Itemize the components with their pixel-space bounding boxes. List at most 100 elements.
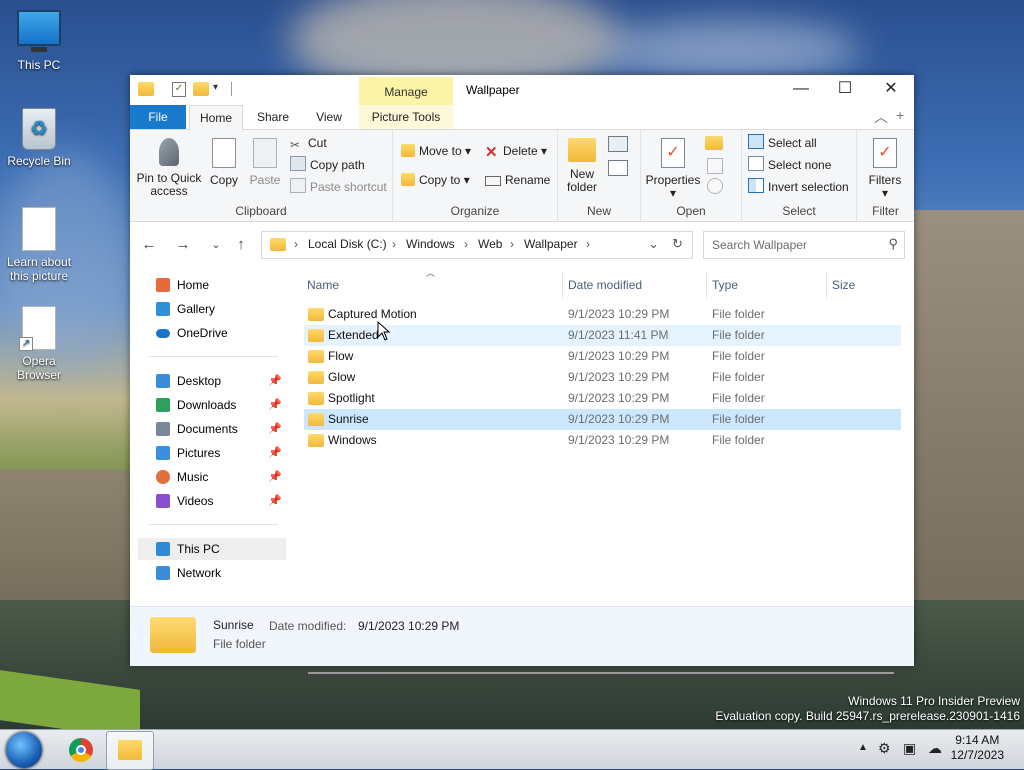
pin-icon[interactable]: 📌 xyxy=(268,394,282,416)
copy-to-button[interactable]: Copy to ▾ xyxy=(401,170,470,190)
recent-locations-chevron-icon[interactable]: ⌄ xyxy=(205,234,227,256)
display-icon[interactable]: ▣ xyxy=(903,740,916,757)
nav-item-gallery[interactable]: Gallery xyxy=(138,298,286,320)
invert-selection-button[interactable]: Invert selection xyxy=(748,177,849,197)
customize-dropdown-icon[interactable]: ▾ xyxy=(213,82,229,96)
tab-share[interactable]: Share xyxy=(248,105,298,129)
nav-item-home[interactable]: Home xyxy=(138,274,286,296)
nav-item-this-pc[interactable]: This PC xyxy=(138,538,286,560)
pin-to-quick-access-button[interactable]: Pin to Quick access xyxy=(136,134,202,198)
details-pane: Sunrise Date modified: 9/1/2023 10:29 PM… xyxy=(130,606,914,666)
column-divider[interactable] xyxy=(826,272,827,298)
nav-item-network[interactable]: Network xyxy=(138,562,286,584)
back-arrow-icon[interactable]: ← xyxy=(138,234,160,256)
show-hidden-icons-chevron-icon[interactable]: ▲ xyxy=(858,742,868,753)
navigation-bar: ← → ⌄ ↑ › Local Disk (C:) › Windows › We… xyxy=(130,222,914,268)
document-icon xyxy=(22,207,56,251)
pin-icon[interactable]: 📌 xyxy=(268,442,282,464)
properties-check-icon[interactable]: ✓ xyxy=(172,82,186,97)
breadcrumb-local-disk[interactable]: Local Disk (C:) xyxy=(308,237,387,251)
horizontal-scrollbar[interactable] xyxy=(308,672,894,674)
delete-button[interactable]: ✕ Delete ▾ xyxy=(485,141,547,161)
file-name: Flow xyxy=(328,349,354,363)
desktop-icon-recycle-bin[interactable]: ♻ Recycle Bin xyxy=(3,108,75,168)
desktop-icon-learn-about-picture[interactable]: Learn about this picture xyxy=(3,207,75,283)
tab-file[interactable]: File xyxy=(130,105,186,129)
refresh-icon[interactable]: ↻ xyxy=(672,236,683,252)
maximize-button[interactable]: ☐ xyxy=(822,75,868,105)
breadcrumb-windows[interactable]: Windows xyxy=(406,237,455,251)
select-none-icon xyxy=(748,156,764,171)
select-none-button[interactable]: Select none xyxy=(748,155,831,175)
clock[interactable]: 9:14 AM 12/7/2023 xyxy=(951,733,1004,763)
desktop-icon-opera-browser[interactable]: ↗ Opera Browser xyxy=(3,306,75,382)
list-item[interactable]: Flow 9/1/2023 10:29 PM File folder xyxy=(304,346,901,367)
column-header-size[interactable]: Size xyxy=(832,274,855,296)
easy-access-icon[interactable] xyxy=(608,160,628,176)
breadcrumb-wallpaper[interactable]: Wallpaper xyxy=(524,237,578,251)
column-header-type[interactable]: Type xyxy=(712,274,738,296)
list-item[interactable]: Glow 9/1/2023 10:29 PM File folder xyxy=(304,367,901,388)
column-header-date-modified[interactable]: Date modified xyxy=(568,274,642,296)
minimize-button[interactable]: — xyxy=(778,75,824,105)
forward-arrow-icon[interactable]: → xyxy=(172,234,194,256)
cut-button[interactable]: ✂ Cut xyxy=(290,133,327,153)
history-icon[interactable] xyxy=(707,178,723,194)
nav-item-pictures[interactable]: Pictures 📌 xyxy=(138,442,286,464)
desktop-icon-this-pc[interactable]: This PC xyxy=(3,10,75,72)
pin-icon[interactable]: 📌 xyxy=(268,490,282,512)
security-icon[interactable]: ⚙ xyxy=(878,740,891,757)
minimize-ribbon-icon[interactable]: ︿ xyxy=(874,107,888,127)
taskbar-file-explorer-button[interactable] xyxy=(106,731,154,770)
copy-path-button[interactable]: Copy path xyxy=(290,155,365,175)
help-plus-icon[interactable]: + xyxy=(896,107,904,123)
up-arrow-icon[interactable]: ↑ xyxy=(230,234,252,256)
desktop-icon-label: This PC xyxy=(17,58,61,72)
breadcrumb-web[interactable]: Web xyxy=(478,237,502,251)
paste-shortcut-button[interactable]: Paste shortcut xyxy=(290,177,387,197)
new-item-icon[interactable] xyxy=(608,136,628,152)
pin-icon[interactable]: 📌 xyxy=(268,466,282,488)
file-date: 9/1/2023 11:41 PM xyxy=(568,328,669,342)
network-offline-icon[interactable]: ☁ xyxy=(928,740,942,757)
pin-icon[interactable]: 📌 xyxy=(268,418,282,440)
copy-button[interactable]: Copy xyxy=(206,134,242,187)
taskbar-chrome-button[interactable] xyxy=(58,731,104,768)
new-folder-button[interactable]: New folder xyxy=(564,134,600,194)
invert-selection-icon xyxy=(748,178,764,193)
close-button[interactable]: ✕ xyxy=(868,75,914,105)
address-bar[interactable]: › Local Disk (C:) › Windows › Web › Wall… xyxy=(261,231,693,259)
list-item[interactable]: Windows 9/1/2023 10:29 PM File folder xyxy=(304,430,901,451)
move-to-button[interactable]: Move to ▾ xyxy=(401,141,471,161)
select-all-button[interactable]: Select all xyxy=(748,133,817,153)
tab-picture-tools[interactable]: Picture Tools xyxy=(359,105,453,129)
tab-home[interactable]: Home xyxy=(189,105,243,131)
new-folder-icon[interactable] xyxy=(193,82,209,96)
nav-item-videos[interactable]: Videos 📌 xyxy=(138,490,286,512)
rename-button[interactable]: Rename xyxy=(485,170,550,190)
nav-item-music[interactable]: Music 📌 xyxy=(138,466,286,488)
list-item[interactable]: Captured Motion 9/1/2023 10:29 PM File fol… xyxy=(304,304,901,325)
nav-item-onedrive[interactable]: OneDrive xyxy=(138,322,286,344)
list-item[interactable]: Spotlight 9/1/2023 10:29 PM File folder xyxy=(304,388,901,409)
start-button[interactable] xyxy=(6,732,42,768)
search-placeholder: Search Wallpaper xyxy=(712,238,807,252)
filters-button[interactable]: ✓ Filters ▾ xyxy=(863,134,907,200)
tab-view[interactable]: View xyxy=(304,105,354,129)
pin-icon[interactable]: 📌 xyxy=(268,370,282,392)
properties-button[interactable]: ✓ Properties ▾ xyxy=(645,134,701,200)
list-item[interactable]: Extended 9/1/2023 11:41 PM File folder xyxy=(304,325,901,346)
file-date: 9/1/2023 10:29 PM xyxy=(568,433,670,447)
column-divider[interactable] xyxy=(562,272,563,298)
list-item[interactable]: Sunrise 9/1/2023 10:29 PM File folder xyxy=(304,409,901,430)
open-icon[interactable] xyxy=(705,136,723,150)
address-dropdown-icon[interactable]: ⌄ xyxy=(648,236,659,252)
column-divider[interactable] xyxy=(706,272,707,298)
paste-button[interactable]: Paste xyxy=(248,134,282,187)
nav-item-documents[interactable]: Documents 📌 xyxy=(138,418,286,440)
search-box[interactable]: Search Wallpaper ⚲ xyxy=(703,231,905,259)
nav-item-desktop[interactable]: Desktop 📌 xyxy=(138,370,286,392)
column-header-name[interactable]: Name xyxy=(307,274,339,296)
nav-item-downloads[interactable]: Downloads 📌 xyxy=(138,394,286,416)
edit-icon[interactable] xyxy=(707,158,723,174)
